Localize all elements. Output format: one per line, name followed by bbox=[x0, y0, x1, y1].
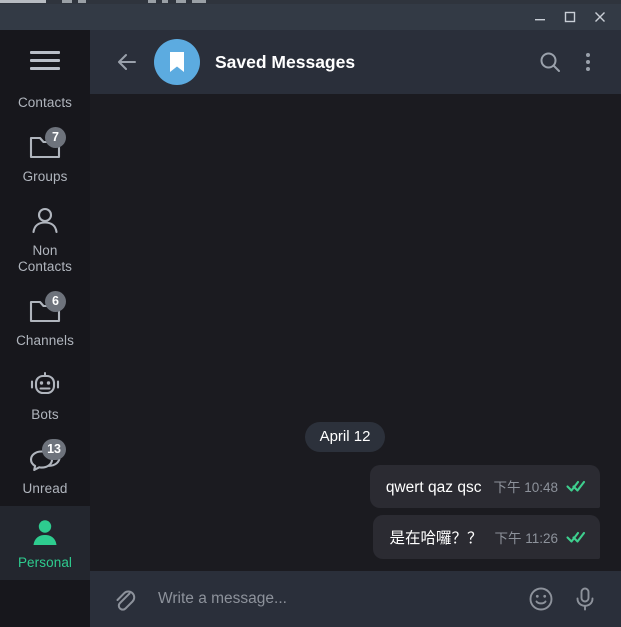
search-icon bbox=[538, 50, 562, 74]
sidebar-item-label: Channels bbox=[16, 333, 74, 348]
attach-button[interactable] bbox=[104, 579, 144, 619]
double-check-icon bbox=[566, 530, 586, 544]
message-bubble-outgoing[interactable]: 是在哈囉？？ 下午 11:26 bbox=[373, 515, 600, 559]
folder-list: Contacts 7 Groups Non Contacts 6 Channel… bbox=[0, 90, 90, 580]
folder-icon: 6 bbox=[24, 291, 66, 329]
more-menu-button[interactable] bbox=[569, 43, 607, 81]
date-separator: April 12 bbox=[304, 422, 386, 452]
message-text: 是在哈囉？？ bbox=[389, 530, 483, 547]
date-separator-row: April 12 bbox=[90, 422, 600, 452]
sidebar-item-label: Groups bbox=[22, 169, 68, 184]
message-time: 下午 10:48 bbox=[493, 480, 558, 495]
message-input[interactable] bbox=[148, 590, 517, 608]
folders-sidebar: Contacts 7 Groups Non Contacts 6 Channel… bbox=[0, 30, 90, 627]
smiley-icon bbox=[528, 586, 554, 612]
message-row: qwert qaz qsc 下午 10:48 bbox=[90, 465, 600, 508]
badge-count: 13 bbox=[42, 439, 66, 460]
sidebar-item-label: Contacts bbox=[17, 95, 73, 110]
more-vertical-icon bbox=[576, 50, 600, 74]
microphone-icon bbox=[572, 586, 598, 612]
maximize-button[interactable] bbox=[555, 5, 585, 29]
page-title: Saved Messages bbox=[215, 51, 356, 72]
back-button[interactable] bbox=[108, 43, 146, 81]
minimize-button[interactable] bbox=[525, 5, 555, 29]
sidebar-item-contacts[interactable]: Contacts bbox=[0, 90, 90, 120]
message-list[interactable]: April 12 qwert qaz qsc 下午 10:48 是在哈囉？？ 下… bbox=[90, 94, 621, 571]
double-check-icon bbox=[566, 479, 586, 493]
window-title-bar bbox=[0, 4, 621, 30]
message-time: 下午 11:26 bbox=[494, 531, 558, 546]
message-row: 是在哈囉？？ 下午 11:26 bbox=[90, 515, 600, 559]
bookmark-icon bbox=[166, 49, 188, 75]
sidebar-item-non-contacts[interactable]: Non Contacts bbox=[0, 194, 90, 284]
close-button[interactable] bbox=[585, 5, 615, 29]
message-composer bbox=[90, 571, 621, 627]
sidebar-item-unread[interactable]: 13 Unread bbox=[0, 432, 90, 506]
badge-count: 7 bbox=[45, 127, 66, 148]
telegram-window: Contacts 7 Groups Non Contacts 6 Channel… bbox=[0, 0, 621, 627]
menu-icon bbox=[30, 50, 60, 70]
chat-bubbles-icon: 13 bbox=[24, 439, 66, 477]
sidebar-item-personal[interactable]: Personal bbox=[0, 506, 90, 580]
back-arrow-icon bbox=[115, 50, 139, 74]
badge-count: 6 bbox=[45, 291, 66, 312]
chat-header: Saved Messages bbox=[90, 30, 621, 94]
sidebar-item-label: Non Contacts bbox=[17, 243, 73, 274]
paperclip-icon bbox=[111, 586, 137, 612]
sidebar-item-bots[interactable]: Bots bbox=[0, 358, 90, 432]
sidebar-item-label: Bots bbox=[31, 407, 59, 422]
search-button[interactable] bbox=[531, 43, 569, 81]
message-meta: 下午 11:26 bbox=[494, 527, 586, 547]
person-filled-icon bbox=[24, 515, 66, 551]
person-icon bbox=[24, 203, 66, 239]
sidebar-item-groups[interactable]: 7 Groups bbox=[0, 120, 90, 194]
sidebar-item-label: Unread bbox=[22, 481, 68, 496]
avatar[interactable] bbox=[154, 39, 200, 85]
message-bubble-outgoing[interactable]: qwert qaz qsc 下午 10:48 bbox=[369, 465, 600, 508]
message-text: qwert qaz qsc bbox=[385, 479, 482, 496]
sidebar-item-label: Personal bbox=[17, 555, 73, 570]
robot-icon bbox=[24, 367, 66, 403]
message-meta: 下午 10:48 bbox=[493, 476, 586, 496]
sidebar-item-channels[interactable]: 6 Channels bbox=[0, 284, 90, 358]
folder-icon: 7 bbox=[24, 127, 66, 165]
main-menu-button[interactable] bbox=[0, 30, 90, 90]
emoji-button[interactable] bbox=[521, 579, 561, 619]
voice-record-button[interactable] bbox=[565, 579, 605, 619]
